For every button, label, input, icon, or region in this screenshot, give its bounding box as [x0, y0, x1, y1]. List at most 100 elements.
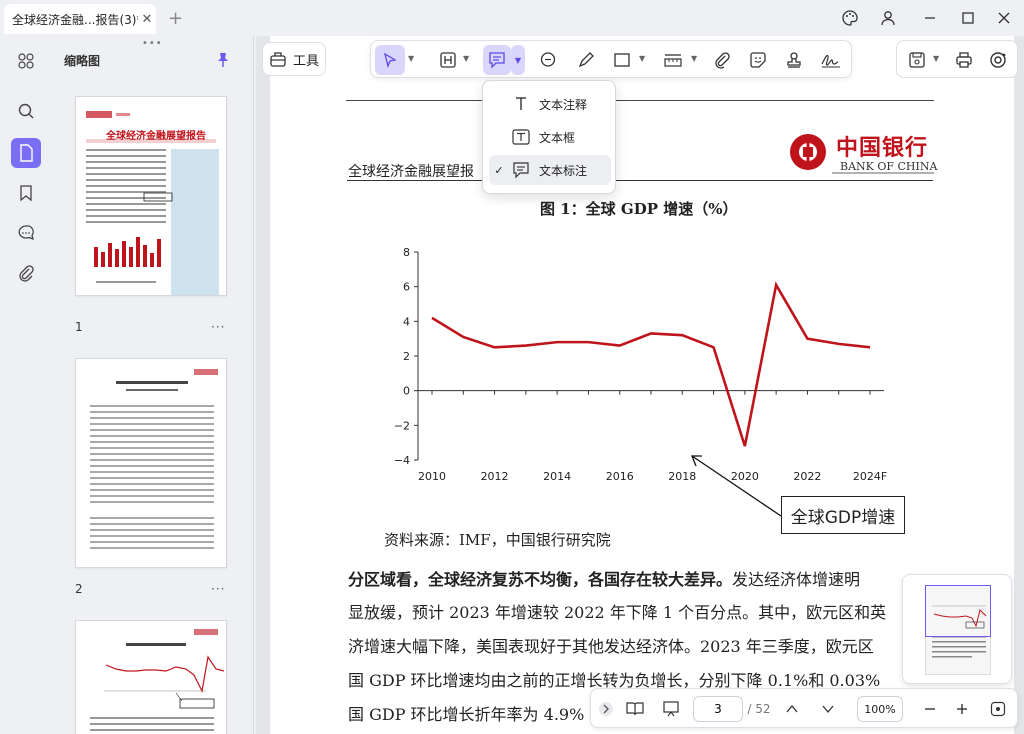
ruler-icon — [664, 54, 682, 67]
chevron-down-icon[interactable]: ▼ — [639, 54, 645, 63]
dropdown-item-text-callout[interactable]: ✓ 文本标注 — [489, 155, 611, 185]
thumbnail-panel: ••• 缩略图 全球经济金融展望报告 1 ··· 2 ··· — [50, 36, 254, 734]
text-cursor-icon — [509, 94, 533, 114]
stamp-button[interactable] — [781, 45, 807, 75]
dropdown-item-text-note[interactable]: 文本注释 — [489, 89, 611, 119]
x-tick-label: 2024F — [853, 470, 887, 483]
thumbnail-page-1[interactable]: 全球经济金融展望报告 — [75, 96, 227, 296]
pencil-tool-button[interactable] — [573, 45, 599, 75]
minus-icon — [925, 708, 935, 710]
thumbnail-panel-title: 缩略图 — [64, 54, 101, 68]
thumbnail-more-button[interactable]: ··· — [211, 320, 225, 334]
file-actions-toolbar: ▼ — [896, 40, 1018, 78]
dropdown-item-text-box[interactable]: 文本框 — [489, 122, 611, 152]
thumbnail-page-3[interactable] — [75, 620, 227, 734]
fit-page-button[interactable] — [987, 697, 1009, 721]
chevron-down-icon[interactable]: ▼ — [691, 54, 697, 63]
toolbox-icon — [270, 52, 286, 67]
text-callout-icon — [509, 160, 533, 180]
comment-tool-button[interactable] — [535, 45, 561, 75]
thumbnail-more-button[interactable]: ··· — [211, 582, 225, 596]
bookmark-icon[interactable] — [11, 178, 41, 208]
close-tab-icon[interactable]: ✕ — [138, 12, 156, 27]
chevron-down-icon[interactable]: ▼ — [463, 54, 469, 63]
gdp-line-chart: −4−2024682010 2012 2014 2016 2018 2020 2022 202… — [394, 246, 887, 483]
body-paragraph-line: 显放缓，预计 2023 年增速较 2022 年下降 1 个百分点。其中，欧元区和… — [348, 603, 887, 622]
close-window-button[interactable] — [994, 8, 1014, 28]
document-tab[interactable]: 全球经济金融...报告(3)* ✕ — [4, 4, 156, 34]
reading-mode-button[interactable] — [623, 697, 647, 721]
text-callout-tool-button[interactable] — [483, 45, 511, 75]
measure-tool-button[interactable] — [659, 45, 687, 75]
x-tick-label: 2010 — [418, 470, 446, 483]
print-button[interactable] — [951, 45, 977, 75]
y-tick-label: 6 — [403, 281, 410, 294]
header-rule — [347, 180, 933, 181]
sticker-button[interactable] — [745, 45, 771, 75]
y-tick-label: −2 — [394, 419, 410, 432]
presentation-button[interactable] — [659, 697, 683, 721]
body-paragraph-line: 国 GDP 环比增长折年率为 4.9% — [348, 705, 585, 724]
user-icon[interactable] — [878, 8, 898, 28]
zoom-in-button[interactable] — [951, 697, 973, 721]
chevron-down-icon[interactable]: ▼ — [408, 54, 414, 63]
maximize-button[interactable] — [958, 8, 978, 28]
x-tick-label: 2022 — [793, 470, 821, 483]
attachment-icon[interactable] — [11, 258, 41, 288]
chevron-up-icon — [786, 704, 798, 713]
shape-tool-button[interactable] — [609, 45, 635, 75]
title-bar: 全球经济金融...报告(3)* ✕ + — [0, 0, 1024, 36]
previous-page-button[interactable] — [781, 697, 803, 721]
theme-palette-icon[interactable] — [840, 8, 860, 28]
thumbnail-page-1-heading: 全球经济金融展望报告 — [106, 131, 206, 142]
x-tick-label: 2014 — [543, 470, 571, 483]
logo-chinese-name: 中国银行 — [836, 135, 929, 161]
tools-button[interactable]: 工具 — [262, 42, 326, 76]
checkmark-icon: ✓ — [494, 163, 504, 177]
minimize-button[interactable] — [920, 8, 940, 28]
pin-icon[interactable] — [216, 52, 230, 71]
bank-of-china-logo: 中国银行 BANK OF CHINA — [788, 130, 938, 176]
select-tool-button[interactable] — [375, 45, 405, 75]
highlight-text-tool-button[interactable] — [435, 45, 461, 75]
minimap-viewport-indicator[interactable] — [925, 585, 991, 637]
callout-annotation[interactable]: 全球GDP增速 — [781, 496, 905, 534]
zoom-out-button[interactable] — [919, 697, 941, 721]
figure-source: 资料来源：IMF，中国银行研究院 — [384, 531, 611, 549]
sticker-icon — [750, 52, 766, 68]
next-page-button[interactable] — [817, 697, 839, 721]
ai-assistant-button[interactable] — [985, 45, 1011, 75]
y-tick-label: 2 — [403, 350, 410, 363]
y-tick-label: −4 — [394, 454, 410, 467]
collapse-bar-button[interactable] — [597, 697, 615, 721]
chevron-down-icon: ▼ — [514, 55, 522, 65]
signature-button[interactable] — [817, 45, 845, 75]
callout-leader-line[interactable] — [680, 446, 790, 526]
chevron-down-icon[interactable]: ▼ — [933, 54, 939, 63]
page-number-input[interactable] — [693, 696, 743, 722]
text-box-icon — [509, 127, 533, 147]
thumbnail-page-number: 1 — [75, 320, 83, 334]
thumbnail-page-2[interactable] — [75, 358, 227, 568]
search-icon[interactable] — [11, 96, 41, 126]
chevron-right-icon — [599, 702, 613, 716]
figure-title: 图 1：全球 GDP 增速（%） — [540, 200, 738, 218]
save-button[interactable] — [905, 45, 929, 75]
text-callout-menu-toggle[interactable]: ▼ — [511, 45, 525, 75]
new-tab-button[interactable]: + — [168, 8, 183, 29]
page-minimap[interactable] — [902, 574, 1012, 684]
logo-english-name: BANK OF CHINA — [840, 160, 938, 173]
attach-file-button[interactable] — [709, 45, 735, 75]
dropdown-item-label: 文本框 — [539, 130, 576, 145]
ai-assistant-icon — [990, 52, 1006, 68]
signature-icon — [821, 54, 840, 68]
thumbnails-page-icon[interactable] — [11, 138, 41, 168]
apps-grid-icon[interactable] — [11, 46, 41, 76]
stamp-icon — [787, 52, 801, 68]
total-pages: / 52 — [747, 702, 771, 716]
zoom-level[interactable]: 100% — [857, 696, 903, 722]
panel-drag-handle[interactable]: ••• — [142, 38, 163, 49]
paperclip-icon — [715, 52, 730, 69]
comment-bubble-icon — [540, 52, 556, 67]
comments-icon[interactable] — [11, 218, 41, 248]
